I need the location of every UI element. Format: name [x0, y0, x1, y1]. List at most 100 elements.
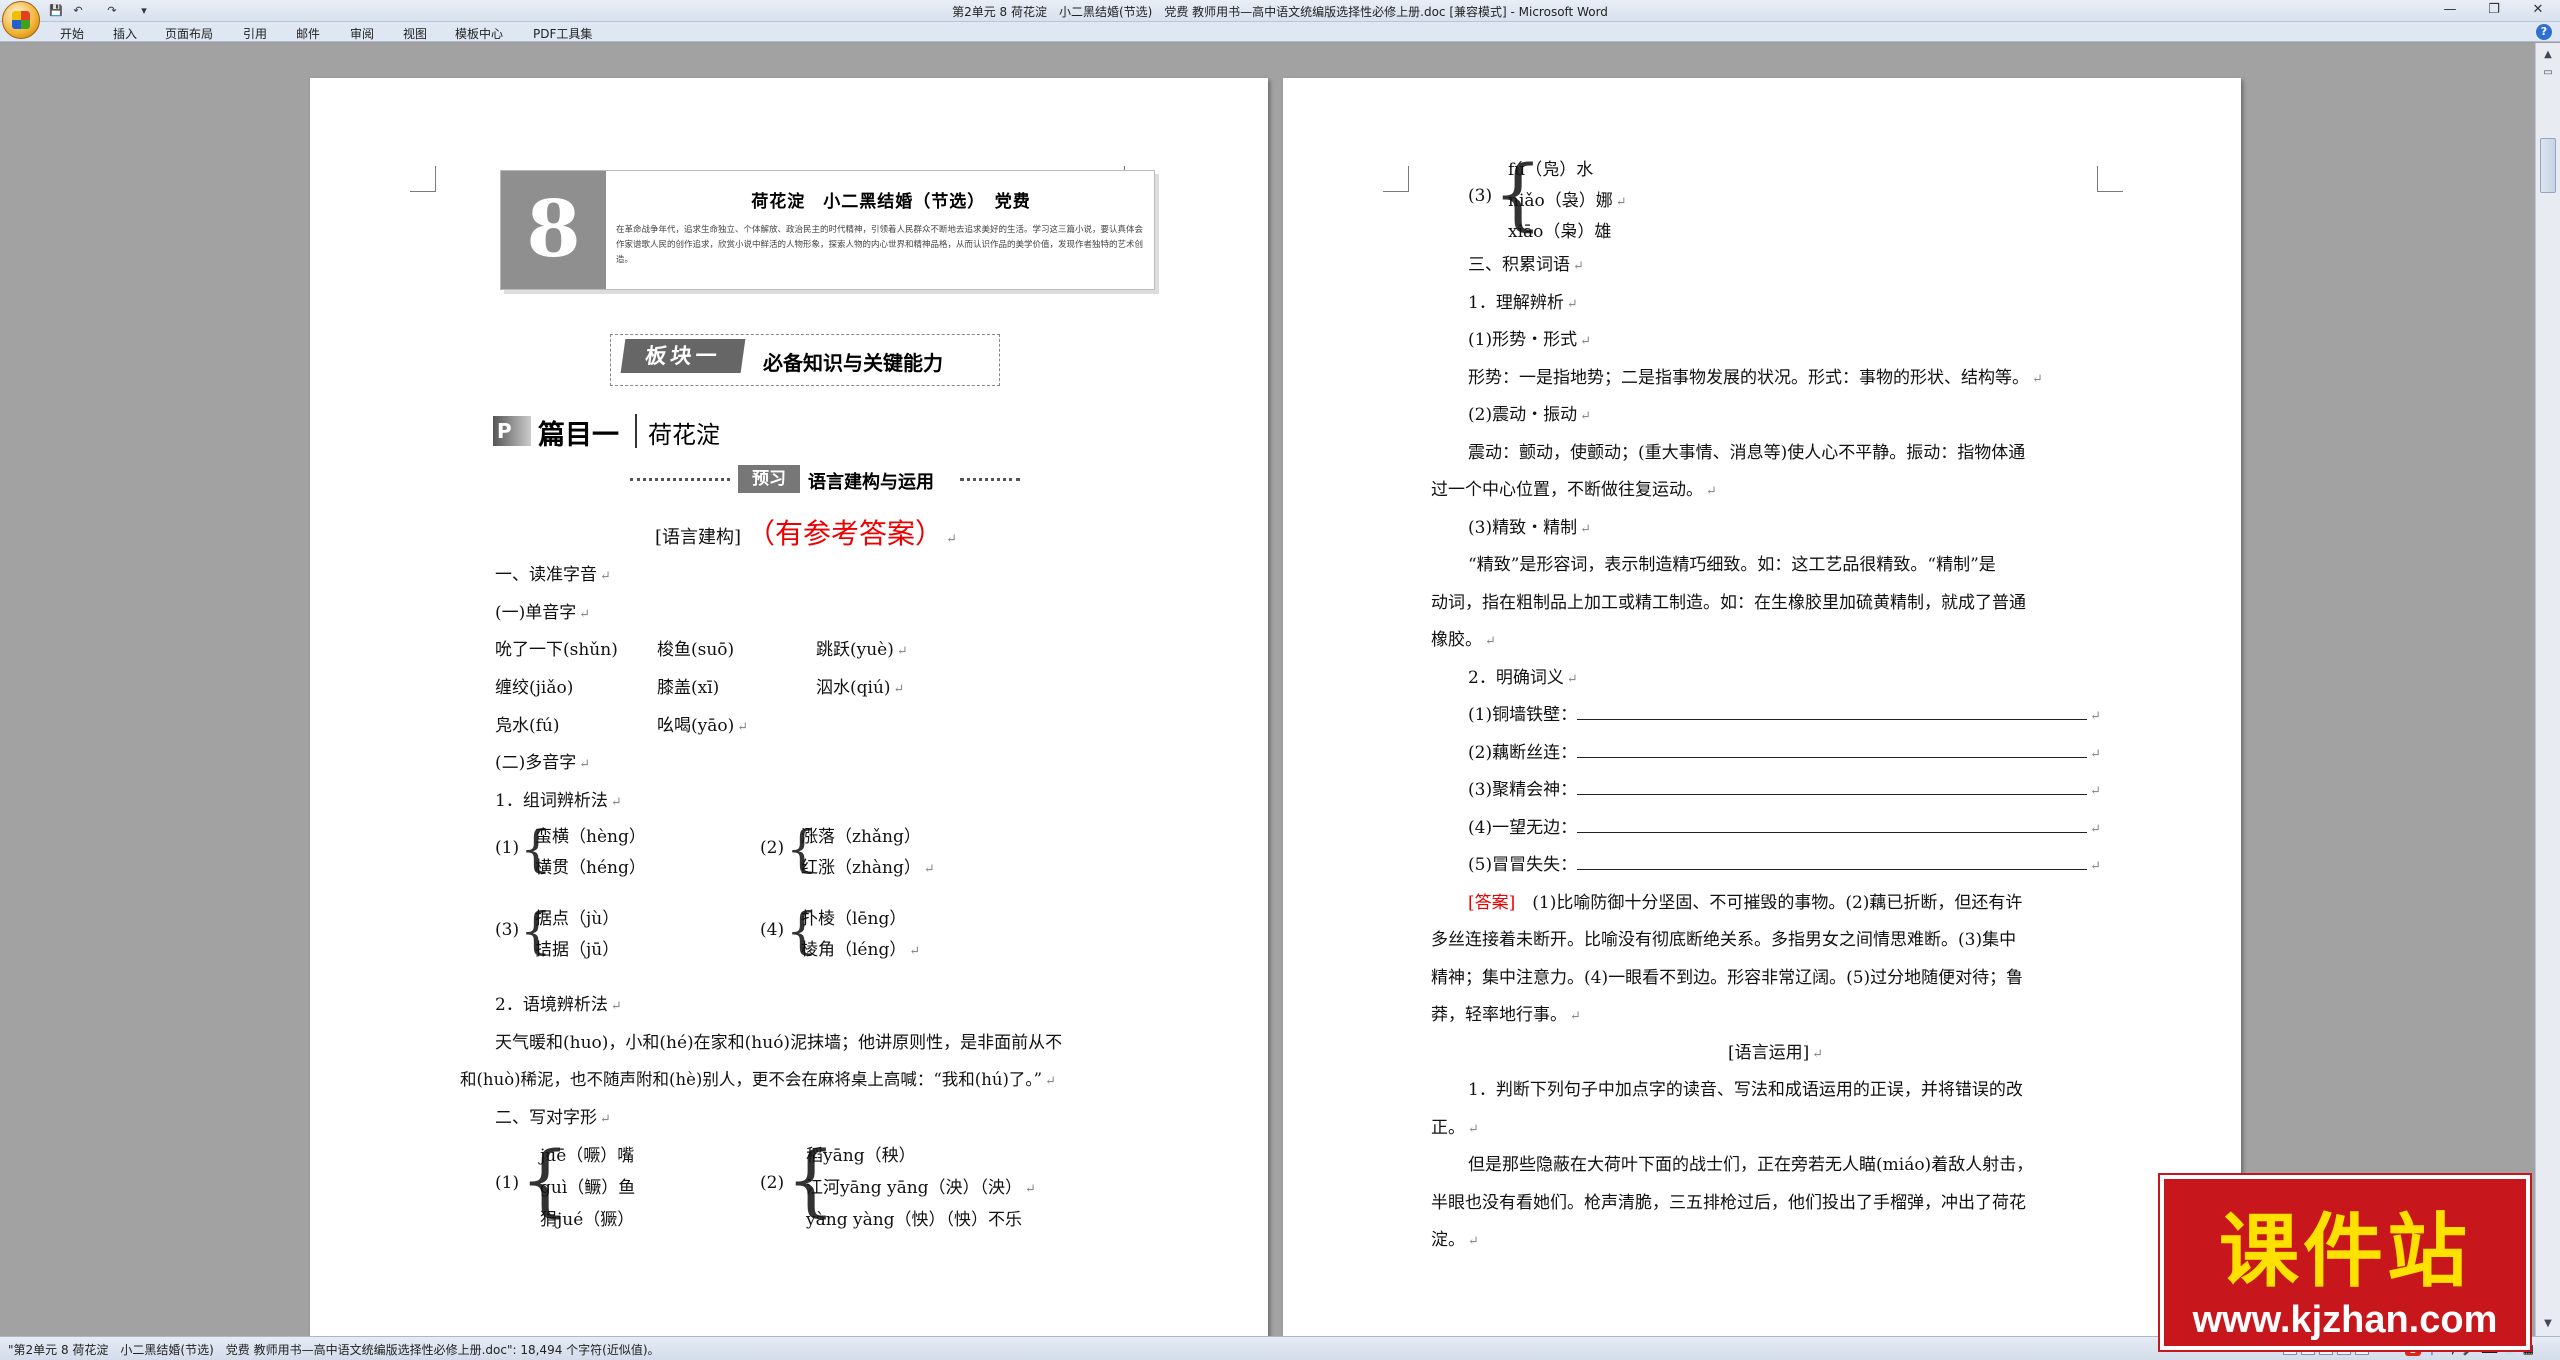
blank-question: (2)藕断丝连： ↵: [1468, 743, 2101, 763]
document-workspace: 8 荷花淀 小二黑结婚（节选） 党费 在革命战争年代，追求生命独立、个体解放、政…: [0, 43, 2535, 1336]
blank-question: (3)聚精会神： ↵: [1468, 780, 2101, 800]
blank-question: (5)冒冒失失： ↵: [1468, 855, 2101, 875]
text-line: 稻yāng（秧）: [806, 1146, 916, 1166]
text-line: 精神；集中注意力。(4)一眼看不到边。形容非常辽阔。(5)过分地随便对待；鲁: [1431, 968, 2024, 988]
text-line: niǎo（袅）娜 ↵: [1508, 191, 1627, 211]
scroll-up-icon[interactable]: ▲: [2540, 47, 2556, 63]
minimize-button[interactable]: —: [2428, 0, 2472, 20]
vertical-scrollbar[interactable]: ▲ ▭ ▼: [2535, 43, 2560, 1336]
text-line: 橡胶。 ↵: [1431, 630, 1496, 650]
preview-tag: 预习: [738, 465, 800, 493]
restore-button[interactable]: ❐: [2472, 0, 2516, 20]
text-line: “精致”是形容词，表示制造精巧细致。如：这工艺品很精致。“精制”是: [1468, 555, 1996, 575]
group-number: (1): [495, 838, 520, 858]
text-line: 多丝连接着未断开。比喻没有彻底断绝关系。多指男女之间情思难断。(3)集中: [1431, 930, 2017, 950]
tab-home[interactable]: 开始: [60, 25, 84, 42]
text-line: 江河yāng yāng（泱）（泱） ↵: [806, 1178, 1036, 1198]
status-text: "第2单元 8 荷花淀 小二黑结婚(节选) 党费 教师用书—高中语文统编版选择性…: [8, 1343, 660, 1357]
tab-pdf-tools[interactable]: PDF工具集: [533, 25, 592, 42]
text-line: 2．语境辨析法 ↵: [495, 995, 622, 1015]
text-line: (2)震动・振动 ↵: [1468, 405, 1591, 425]
window-title: 第2单元 8 荷花淀 小二黑结婚(节选) 党费 教师用书—高中语文统编版选择性必…: [952, 5, 1608, 19]
text-line: 红涨（zhàng） ↵: [801, 858, 935, 878]
text-line: 棱角（léng） ↵: [801, 940, 921, 960]
office-button[interactable]: [2, 1, 40, 39]
text-line: 和(huò)稀泥，也不随声附和(hè)别人，更不会在麻将桌上高喊：“我和(hú)…: [460, 1070, 1056, 1089]
p-badge: P: [493, 416, 531, 446]
text-line: 淀。 ↵: [1431, 1230, 1479, 1250]
answer-label: [答案]: [1468, 893, 1516, 913]
section-banner: 板块一 必备知识与关键能力: [610, 334, 1000, 386]
reference-answer-label: （有参考答案）: [747, 517, 944, 550]
group-number: (4): [760, 920, 785, 940]
text-line: (二)多音字 ↵: [495, 753, 591, 773]
tab-review[interactable]: 审阅: [350, 25, 374, 42]
scrollbar-thumb[interactable]: [2540, 138, 2556, 193]
text-line: 二、写对字形 ↵: [495, 1108, 611, 1128]
chapter-number: 8: [501, 171, 606, 289]
text-line: 膝盖(xī): [657, 678, 720, 698]
preview-heading: 预习 语言建构与运用: [620, 463, 1020, 497]
office-logo-icon: [12, 11, 30, 29]
text-line: 跳跃(yuè) ↵: [816, 640, 908, 660]
answer-line: [答案] (1)比喻防御十分坚固、不可摧毁的事物。(2)藕已折断，但还有许: [1468, 893, 2023, 913]
ribbon-tabs: 开始 插入 页面布局 引用 邮件 审阅 视图 模板中心 PDF工具集 ?: [0, 22, 2560, 42]
language-use-label: [语言运用] ↵: [1728, 1043, 1824, 1063]
chapter-header: 8 荷花淀 小二黑结婚（节选） 党费 在革命战争年代，追求生命独立、个体解放、政…: [500, 170, 1155, 290]
text-line: 扑棱（lēng）: [801, 909, 907, 929]
help-icon[interactable]: ?: [2536, 24, 2552, 40]
text-line: 据点（jù）: [535, 909, 620, 929]
close-button[interactable]: ✕: [2516, 0, 2560, 20]
text-line: 1．理解辨析 ↵: [1468, 293, 1578, 313]
chapter-title: 荷花淀 小二黑结婚（节选） 党费: [751, 192, 1031, 212]
text-line: 吆喝(yāo) ↵: [657, 716, 749, 736]
chapter-description: 在革命战争年代，追求生命独立、个体解放、政治民主的时代精神，引领着人民群众不断地…: [616, 225, 1144, 265]
text-line: 狷jué（獗）: [540, 1210, 635, 1230]
group-number: (3): [495, 920, 520, 940]
dotted-rule: [630, 478, 730, 482]
tab-template-center[interactable]: 模板中心: [455, 25, 503, 42]
text-line: 震动：颤动，使颤动；(重大事情、消息等)使人心不平静。振动：指物体通: [1468, 443, 2026, 463]
text-line: xiāo（枭）雄: [1508, 222, 1612, 242]
text-line: 但是那些隐蔽在大荷叶下面的战士们，正在旁若无人瞄(miáo)着敌人射击，: [1468, 1155, 2034, 1175]
text-line: (1)形势・形式 ↵: [1468, 330, 1591, 350]
blank-question: (1)铜墙铁壁： ↵: [1468, 705, 2101, 725]
text-line: 横贯（héng）: [535, 858, 646, 878]
text-line: 泅水(qiú) ↵: [816, 678, 905, 698]
crop-mark: [2097, 166, 2123, 192]
text-line: 1．判断下列句子中加点字的读音、写法和成语运用的正误，并将错误的改: [1468, 1080, 2023, 1100]
tab-view[interactable]: 视图: [403, 25, 427, 42]
text-line: (3)精致・精制 ↵: [1468, 518, 1591, 538]
tab-page-layout[interactable]: 页面布局: [165, 25, 213, 42]
text-line: guì（鳜）鱼: [540, 1178, 636, 1198]
section-title: 必备知识与关键能力: [763, 351, 943, 375]
tab-references[interactable]: 引用: [243, 25, 267, 42]
text-line: juē（噘）嘴: [540, 1146, 635, 1166]
text-line: 梭鱼(suō): [657, 640, 735, 660]
scroll-down-icon[interactable]: ▼: [2540, 1316, 2556, 1332]
text-line: 莽，轻率地行事。 ↵: [1431, 1005, 1581, 1025]
text-line: 半眼也没有看她们。枪声清脆，三五排枪过后，他们投出了手榴弹，冲出了荷花: [1431, 1193, 2026, 1213]
title-bar: 💾 ↶ ↷ ▾ 第2单元 8 荷花淀 小二黑结婚(节选) 党费 教师用书—高中语…: [0, 0, 2560, 39]
tab-insert[interactable]: 插入: [113, 25, 137, 42]
tab-mailings[interactable]: 邮件: [296, 25, 320, 42]
text-line: 吮了一下(shǔn): [495, 640, 618, 660]
document-page-1[interactable]: 8 荷花淀 小二黑结婚（节选） 党费 在革命战争年代，追求生命独立、个体解放、政…: [310, 78, 1268, 1336]
text-line: 拮据（jū）: [535, 940, 620, 960]
text-line: 2．明确词义 ↵: [1468, 668, 1578, 688]
text-line: 涨落（zhǎng）: [801, 827, 921, 847]
watermark-url: www.kjzhan.com: [2192, 1299, 2498, 1341]
text-line: 形势：一是指地势；二是指事物发展的状况。形式：事物的形状、结构等。 ↵: [1468, 368, 2043, 388]
group-number: (3): [1468, 186, 1493, 206]
language-construction-label: [语言建构] （有参考答案） ↵: [655, 517, 957, 550]
blank-question: (4)一望无边： ↵: [1468, 818, 2101, 838]
group-number: (2): [760, 1173, 785, 1193]
text-line: 凫水(fú): [495, 716, 560, 736]
text-line: 一、读准字音 ↵: [495, 565, 611, 585]
piece-title: 篇目一: [538, 420, 619, 451]
group-number: (2): [760, 838, 785, 858]
document-page-2[interactable]: (3) { fú（凫）水 niǎo（袅）娜 ↵ xiāo（枭）雄 三、积累词语 ↵ …: [1283, 78, 2241, 1336]
ruler-toggle-icon[interactable]: ▭: [2540, 65, 2556, 81]
group-number: (1): [495, 1173, 520, 1193]
text-line: (一)单音字 ↵: [495, 603, 591, 623]
